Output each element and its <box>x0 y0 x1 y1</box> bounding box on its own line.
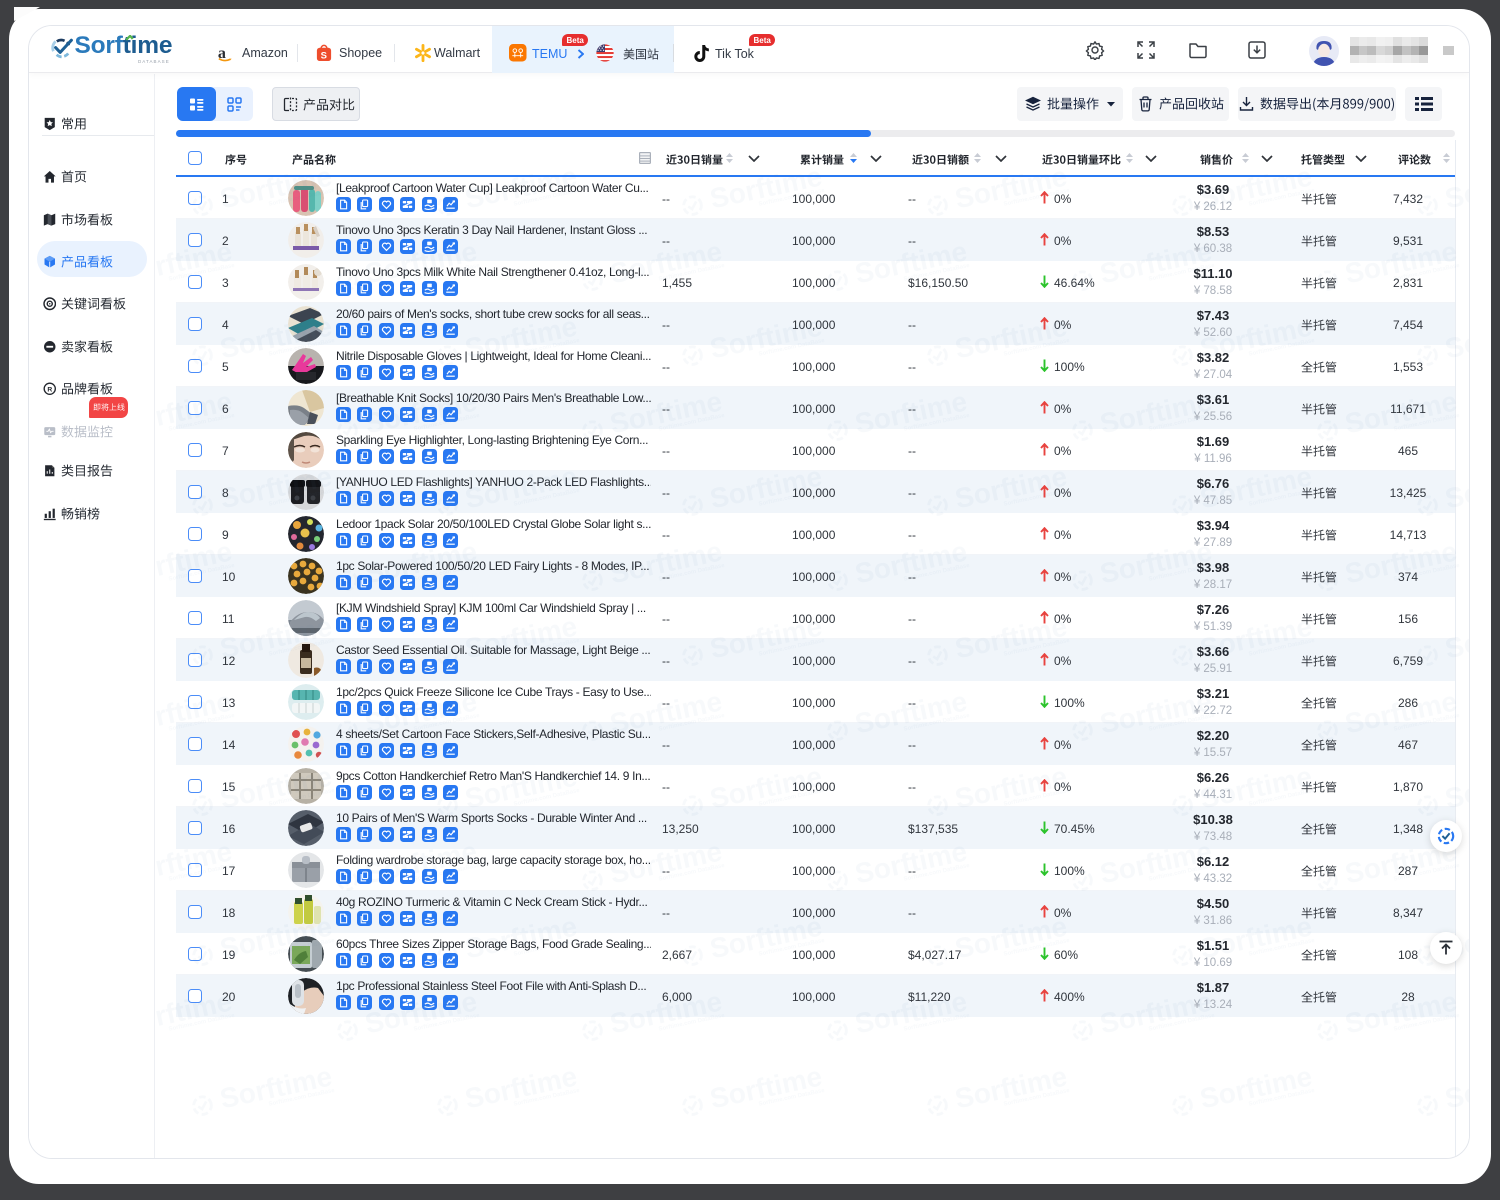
svg-text:R: R <box>47 386 52 393</box>
svg-text:S: S <box>321 51 327 62</box>
